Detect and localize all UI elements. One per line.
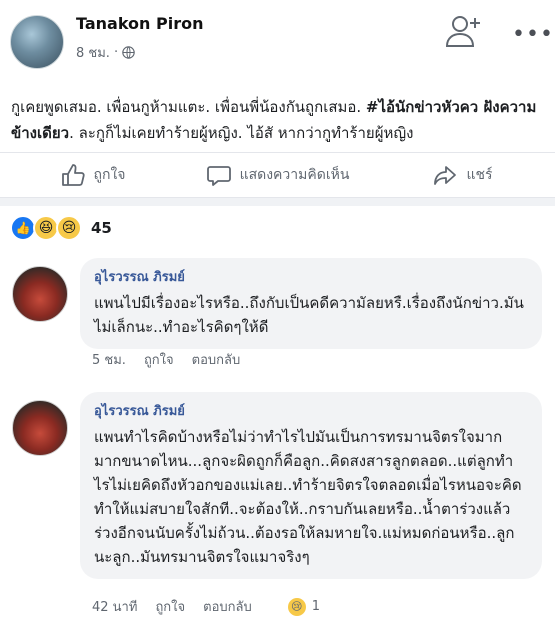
sad-emoji-icon: 😢 xyxy=(287,597,306,616)
add-friend-icon[interactable] xyxy=(444,14,484,48)
comment-reaction-count: 1 xyxy=(311,599,321,614)
comment-time[interactable]: 42 นาที xyxy=(92,596,137,617)
sad-emoji-icon: 😢 xyxy=(56,215,82,241)
share-label: แชร์ xyxy=(466,167,493,183)
author-name[interactable]: Tanakon Piron xyxy=(76,14,203,33)
post-header: Tanakon Piron 8 ชม. · ••• xyxy=(0,0,555,74)
commenter-name[interactable]: อุไรวรรณ ภิรมย์ xyxy=(94,400,528,421)
commenter-avatar[interactable] xyxy=(12,266,68,322)
comment-time[interactable]: 5 ชม. xyxy=(92,349,126,370)
comment-reply-link[interactable]: ตอบกลับ xyxy=(203,596,252,617)
share-arrow-icon xyxy=(434,166,457,185)
comment-like-link[interactable]: ถูกใจ xyxy=(155,596,185,617)
author-avatar[interactable] xyxy=(10,15,64,69)
comment-like-link[interactable]: ถูกใจ xyxy=(144,349,174,370)
post-time[interactable]: 8 ชม. xyxy=(76,42,110,63)
comment-reaction[interactable]: 😢 1 xyxy=(287,597,321,616)
post-text-part1: กูเคยพูดเสมอ. เพื่อนกูห้ามแตะ. เพื่อนพี่… xyxy=(11,98,366,116)
comment-reply-link[interactable]: ตอบกลับ xyxy=(192,349,241,370)
commenter-avatar[interactable] xyxy=(12,400,68,456)
like-label: ถูกใจ xyxy=(93,167,126,183)
post-meta: 8 ชม. · xyxy=(76,42,135,63)
comment-meta: 5 ชม. ถูกใจ ตอบกลับ xyxy=(92,349,240,370)
commenter-name[interactable]: อุไรวรรณ ภิรมย์ xyxy=(94,266,528,287)
like-button[interactable]: ถูกใจ xyxy=(0,153,185,197)
section-divider xyxy=(0,198,555,206)
comment-bubble-icon xyxy=(206,166,231,186)
comment-bubble: อุไรวรรณ ภิรมย์ แพนทำไรคิดบ้างหรือไม่ว่า… xyxy=(80,392,542,579)
post-text-part2: . ละกูก็ไม่เคยทำร้ายผู้หญิง. ไอ้สั หากว่… xyxy=(69,124,414,142)
comment-button[interactable]: แสดงความคิดเห็น xyxy=(185,153,370,197)
globe-icon xyxy=(122,46,135,59)
share-button[interactable]: แชร์ xyxy=(370,153,555,197)
comment-meta: 42 นาที ถูกใจ ตอบกลับ 😢 1 xyxy=(92,596,320,617)
post-text: กูเคยพูดเสมอ. เพื่อนกูห้ามแตะ. เพื่อนพี่… xyxy=(11,94,546,146)
more-options-icon[interactable]: ••• xyxy=(512,22,554,47)
comment-text: แพนไปมีเรื่องอะไรหรือ..ถึงกับเป็นคดีความ… xyxy=(94,294,524,336)
comment-text: แพนทำไรคิดบ้างหรือไม่ว่าทำไรไปมันเป็นการ… xyxy=(94,428,522,566)
comment-bubble: อุไรวรรณ ภิรมย์ แพนไปมีเรื่องอะไรหรือ..ถ… xyxy=(80,258,542,349)
post-action-bar: ถูกใจ แสดงความคิดเห็น แชร์ xyxy=(0,152,555,198)
reaction-summary[interactable]: 👍 😆 😢 45 xyxy=(10,215,112,241)
comment-label: แสดงความคิดเห็น xyxy=(239,167,350,183)
thumbs-up-icon xyxy=(61,164,85,186)
reaction-count[interactable]: 45 xyxy=(91,219,112,237)
